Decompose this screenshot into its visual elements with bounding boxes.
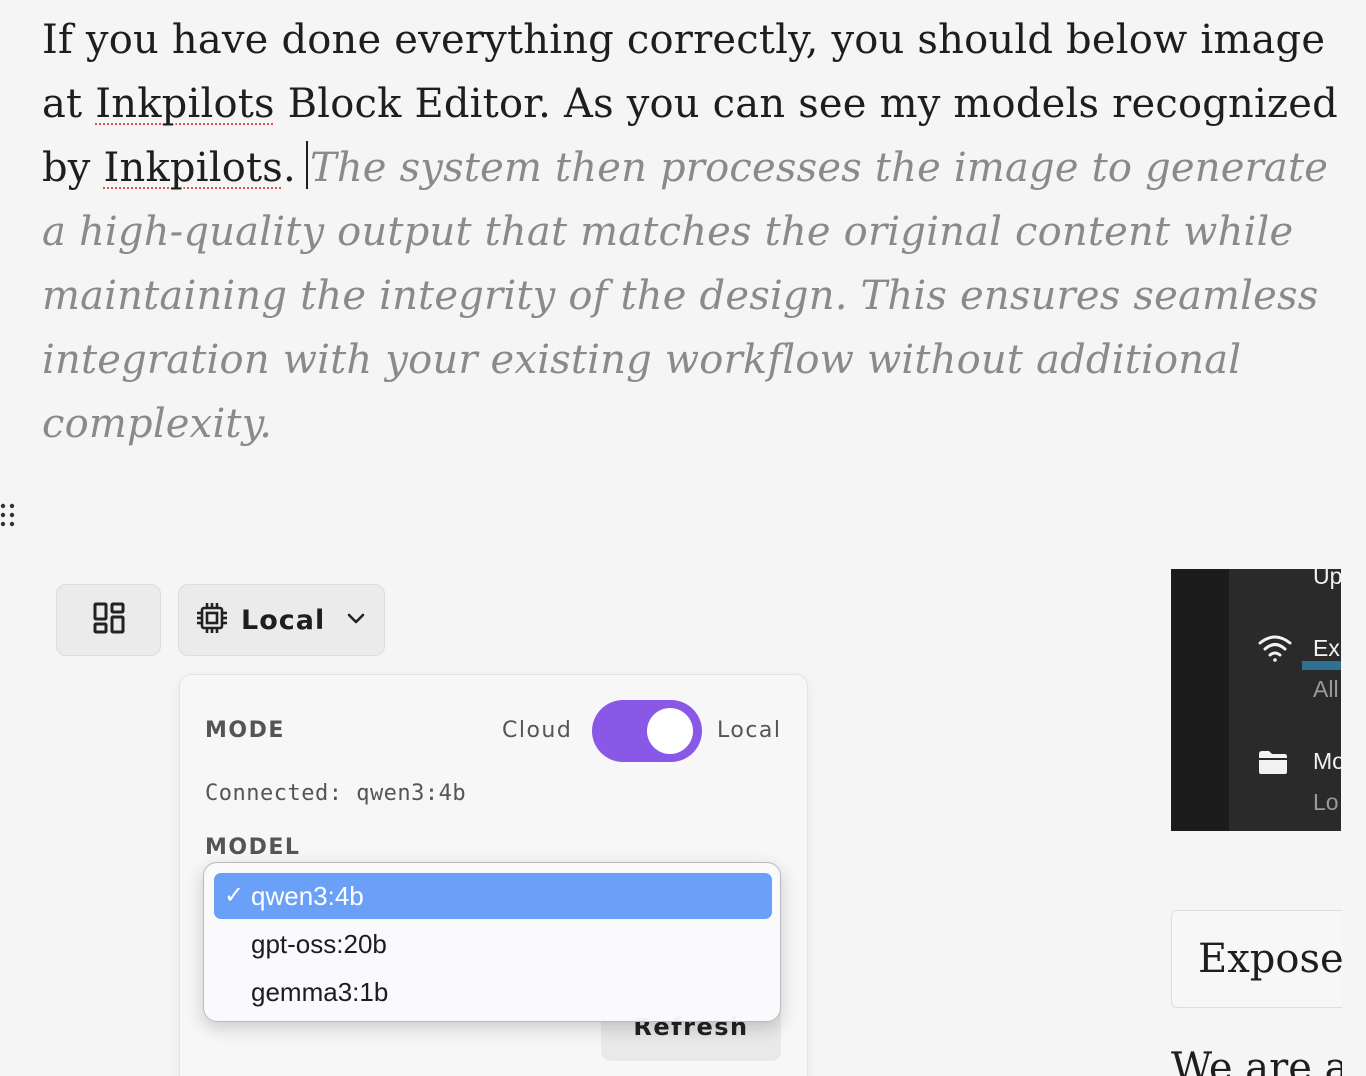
editor-page: If you have done everything correctly, y… bbox=[0, 0, 1366, 1076]
model-option-label: gpt-oss:20b bbox=[251, 929, 387, 959]
screenshot-sidebar-rail bbox=[1171, 569, 1229, 831]
mode-button-label: Local bbox=[241, 604, 326, 636]
model-select-dropdown[interactable]: ✓ qwen3:4b gpt-oss:20b gemma3:1b bbox=[203, 862, 781, 1022]
paragraph-text-3: . bbox=[283, 145, 296, 191]
toggle-local-label: Local bbox=[717, 718, 782, 743]
drag-handle-icon[interactable] bbox=[0, 502, 18, 528]
check-icon: ✓ bbox=[224, 882, 245, 909]
misspelled-word-inkpilots[interactable]: Inkpilots bbox=[95, 81, 274, 127]
connection-status: Connected: qwen3:4b bbox=[205, 781, 467, 806]
text-caret bbox=[305, 141, 308, 189]
mode-dropdown-button[interactable]: Local bbox=[178, 584, 385, 656]
expose-card[interactable]: Expose bbox=[1171, 910, 1356, 1008]
toggle-knob bbox=[647, 708, 693, 754]
misspelled-word-inkpilots-2[interactable]: Inkpilots bbox=[104, 145, 283, 191]
model-option-selected[interactable]: ✓ qwen3:4b bbox=[214, 873, 772, 919]
model-option[interactable]: gemma3:1b bbox=[214, 969, 772, 1015]
screenshot-progress-bar bbox=[1302, 661, 1341, 670]
screenshot-item-subtitle: All bbox=[1313, 676, 1339, 702]
cloud-local-toggle[interactable] bbox=[592, 700, 702, 762]
side-paragraph-text: We are a bbox=[1171, 1045, 1349, 1076]
mode-section-label: MODE bbox=[205, 718, 285, 743]
layout-button[interactable] bbox=[56, 584, 161, 656]
dashboard-icon bbox=[92, 601, 126, 640]
viewport-edge bbox=[1342, 0, 1366, 1076]
cpu-chip-icon bbox=[195, 601, 229, 640]
screenshot-item-title: Up bbox=[1313, 569, 1341, 589]
model-option-label: gemma3:1b bbox=[251, 977, 389, 1007]
model-option[interactable]: gpt-oss:20b bbox=[214, 921, 772, 967]
wifi-icon bbox=[1257, 633, 1293, 668]
toggle-cloud-label: Cloud bbox=[502, 718, 573, 743]
embedded-screenshot-image: Up Ex All Mo Lo bbox=[1171, 569, 1341, 831]
editor-paragraph[interactable]: If you have done everything correctly, y… bbox=[42, 8, 1342, 456]
folder-icon bbox=[1257, 748, 1289, 781]
screenshot-item-title: Mo bbox=[1313, 748, 1341, 774]
model-option-label: qwen3:4b bbox=[251, 881, 364, 911]
chevron-down-icon bbox=[345, 607, 367, 634]
screenshot-item-title: Ex bbox=[1313, 635, 1340, 661]
screenshot-item-subtitle: Lo bbox=[1313, 789, 1339, 815]
model-section-label: MODEL bbox=[205, 835, 301, 860]
